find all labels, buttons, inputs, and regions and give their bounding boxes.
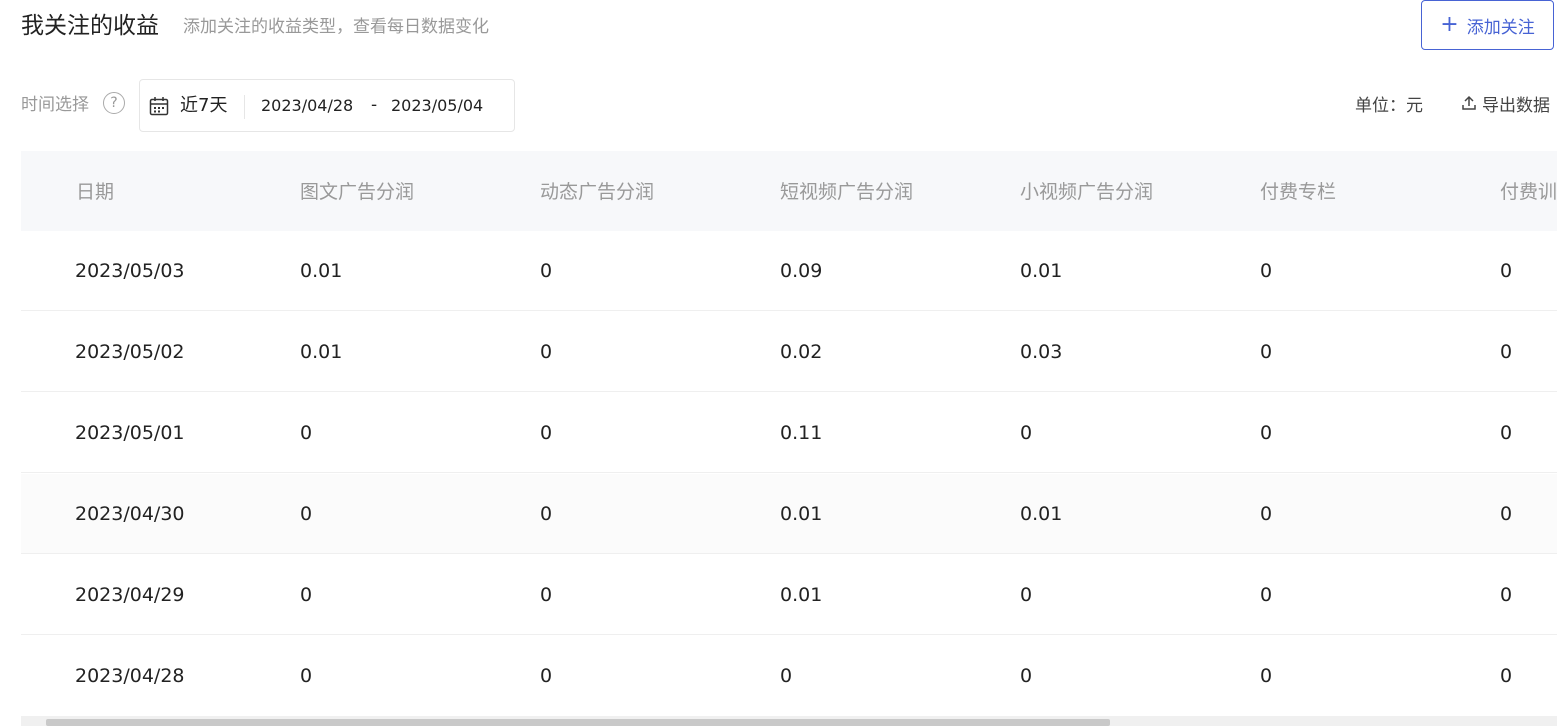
table-row: 2023/04/29 0 0 0.01 0 0 0 [21,555,1557,635]
cell-value: 0 [540,341,553,363]
cell-value: 0 [1500,665,1513,687]
column-header-date: 日期 [76,181,115,203]
cell-value: 0.03 [1020,341,1063,363]
cell-value: 0 [1500,422,1513,444]
table-header: 日期 图文广告分润 动态广告分润 短视频广告分润 小视频广告分润 付费专栏 付费… [21,151,1557,231]
add-follow-label: 添加关注 [1466,17,1535,38]
cell-date: 2023/05/03 [75,260,185,282]
table-row: 2023/05/02 0.01 0 0.02 0.03 0 0 [21,312,1557,392]
cell-value: 0 [540,422,553,444]
cell-value: 0.01 [1020,503,1063,525]
export-data-button[interactable]: 导出数据 [1462,94,1550,118]
cell-value: 0 [1020,422,1033,444]
cell-date: 2023/04/29 [75,584,185,606]
cell-value: 0.02 [780,341,823,363]
time-select-label: 时间选择 [21,95,89,115]
cell-value: 0 [300,665,313,687]
add-follow-button[interactable]: + 添加关注 [1421,0,1554,50]
column-header-image-text-ad: 图文广告分润 [300,181,415,203]
cell-value: 0 [540,584,553,606]
cell-value: 0 [1020,584,1033,606]
calendar-icon [149,96,169,120]
cell-value: 0.01 [300,341,343,363]
cell-value: 0 [540,503,553,525]
cell-value: 0 [300,422,313,444]
date-preset-select[interactable]: 近7天 [180,93,227,119]
upload-icon [1462,94,1476,118]
cell-value: 0 [1500,584,1513,606]
table-row: 2023/04/30 0 0 0.01 0.01 0 0 [21,474,1557,554]
cell-date: 2023/04/28 [75,665,185,687]
plus-icon: + [1440,12,1459,37]
table-row: 2023/04/28 0 0 0 0 0 0 [21,636,1557,716]
cell-value: 0 [300,503,313,525]
table-row: 2023/05/01 0 0 0.11 0 0 0 [21,393,1557,473]
unit-label: 单位：元 [1355,96,1423,116]
cell-date: 2023/04/30 [75,503,185,525]
cell-date: 2023/05/01 [75,422,185,444]
help-icon[interactable]: ? [103,92,125,114]
cell-value: 0 [540,260,553,282]
column-header-dynamic-ad: 动态广告分润 [540,181,655,203]
cell-value: 0.01 [300,260,343,282]
cell-value: 0.01 [780,584,823,606]
cell-value: 0.09 [780,260,823,282]
picker-divider [244,95,245,119]
cell-value: 0.01 [780,503,823,525]
column-header-small-video-ad: 小视频广告分润 [1020,181,1154,203]
cell-value: 0 [1260,584,1273,606]
cell-value: 0 [1260,503,1273,525]
cell-value: 0 [1260,422,1273,444]
cell-value: 0 [300,584,313,606]
page-title: 我关注的收益 [21,13,159,39]
cell-value: 0 [1500,260,1513,282]
cell-value: 0 [1260,341,1273,363]
export-data-label: 导出数据 [1482,96,1550,116]
cell-value: 0 [1260,665,1273,687]
cell-value: 0 [1020,665,1033,687]
page-subtitle: 添加关注的收益类型，查看每日数据变化 [183,17,489,37]
cell-value: 0 [1260,260,1273,282]
cell-value: 0 [540,665,553,687]
cell-value: 0 [1500,503,1513,525]
column-header-paid-column: 付费专栏 [1260,181,1337,203]
date-range-picker[interactable]: 近7天 2023/04/28 - 2023/05/04 [139,79,515,132]
column-header-short-video-ad: 短视频广告分润 [780,181,914,203]
scrollbar-thumb[interactable] [46,719,1110,726]
earnings-table: 日期 图文广告分润 动态广告分润 短视频广告分润 小视频广告分润 付费专栏 付费… [21,151,1557,726]
cell-date: 2023/05/02 [75,341,185,363]
cell-value: 0 [780,665,793,687]
cell-value: 0.11 [780,422,823,444]
horizontal-scrollbar[interactable] [21,716,1557,726]
cell-value: 0 [1500,341,1513,363]
cell-value: 0.01 [1020,260,1063,282]
date-separator: - [371,95,378,115]
table-row: 2023/05/03 0.01 0 0.09 0.01 0 0 [21,231,1557,311]
start-date-field[interactable]: 2023/04/28 [261,95,353,117]
end-date-field[interactable]: 2023/05/04 [391,95,483,117]
column-header-paid-training: 付费训 [1500,181,1557,203]
